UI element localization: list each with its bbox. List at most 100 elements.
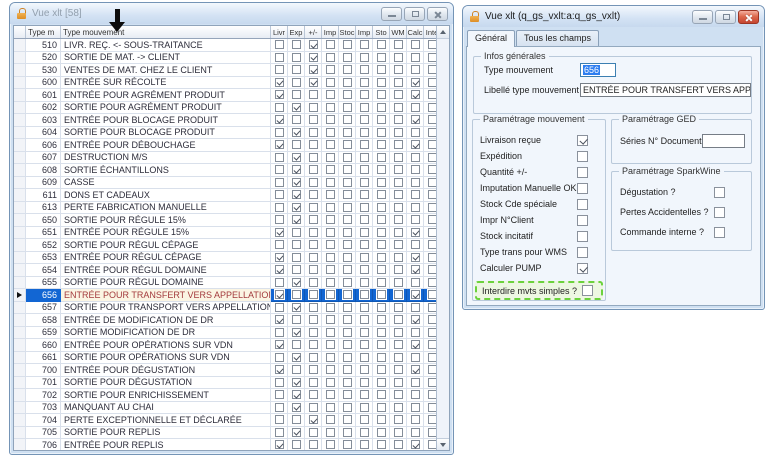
table-row[interactable]: 706ENTRÉE POUR REPLIS bbox=[14, 439, 436, 450]
cell-check-4[interactable] bbox=[339, 277, 356, 290]
cell-check-0[interactable] bbox=[271, 214, 288, 227]
cell-check-1[interactable] bbox=[288, 264, 305, 277]
cell-code[interactable]: 510 bbox=[26, 39, 61, 52]
cell-check-4[interactable] bbox=[339, 389, 356, 402]
cell-code[interactable]: 703 bbox=[26, 402, 61, 415]
cell-check-2[interactable] bbox=[305, 402, 322, 415]
checkbox-icon[interactable] bbox=[577, 247, 588, 258]
cell-check-1[interactable] bbox=[288, 252, 305, 265]
cell-check-9[interactable] bbox=[424, 427, 436, 440]
cell-check-3[interactable] bbox=[322, 114, 339, 127]
row-gutter[interactable] bbox=[14, 39, 26, 52]
cell-check-9[interactable] bbox=[424, 327, 436, 340]
cell-check-3[interactable] bbox=[322, 39, 339, 52]
cell-check-1[interactable] bbox=[288, 314, 305, 327]
cell-check-5[interactable] bbox=[356, 427, 373, 440]
cell-check-4[interactable] bbox=[339, 289, 356, 302]
cell-check-9[interactable] bbox=[424, 439, 436, 450]
cell-check-4[interactable] bbox=[339, 189, 356, 202]
row-gutter[interactable] bbox=[14, 352, 26, 365]
maximize-button[interactable] bbox=[404, 7, 425, 21]
cell-check-9[interactable] bbox=[424, 77, 436, 90]
cell-check-3[interactable] bbox=[322, 152, 339, 165]
cell-check-2[interactable] bbox=[305, 427, 322, 440]
cell-check-8[interactable] bbox=[407, 314, 424, 327]
cell-code[interactable]: 705 bbox=[26, 427, 61, 440]
cell-check-7[interactable] bbox=[390, 152, 407, 165]
checkbox-icon[interactable] bbox=[582, 285, 593, 296]
cell-check-5[interactable] bbox=[356, 377, 373, 390]
cell-check-9[interactable] bbox=[424, 402, 436, 415]
cell-check-1[interactable] bbox=[288, 89, 305, 102]
table-row[interactable]: 601ENTRÉE POUR AGRÉMENT PRODUIT bbox=[14, 89, 436, 102]
cell-check-8[interactable] bbox=[407, 302, 424, 315]
cell-code[interactable]: 706 bbox=[26, 439, 61, 450]
cell-check-7[interactable] bbox=[390, 239, 407, 252]
cell-check-3[interactable] bbox=[322, 364, 339, 377]
cell-check-0[interactable] bbox=[271, 164, 288, 177]
cell-check-9[interactable] bbox=[424, 289, 436, 302]
cell-check-5[interactable] bbox=[356, 189, 373, 202]
checkbox-icon[interactable] bbox=[714, 227, 725, 238]
cell-check-3[interactable] bbox=[322, 264, 339, 277]
cell-check-7[interactable] bbox=[390, 377, 407, 390]
maximize-button[interactable] bbox=[715, 10, 736, 24]
cell-check-4[interactable] bbox=[339, 164, 356, 177]
cell-label[interactable]: SORTIE POUR ENRICHISSEMENT bbox=[61, 389, 271, 402]
cell-check-4[interactable] bbox=[339, 339, 356, 352]
row-gutter[interactable] bbox=[14, 414, 26, 427]
cell-check-8[interactable] bbox=[407, 214, 424, 227]
cell-check-8[interactable] bbox=[407, 202, 424, 215]
cell-code[interactable]: 651 bbox=[26, 227, 61, 240]
cell-code[interactable]: 653 bbox=[26, 252, 61, 265]
cell-check-1[interactable] bbox=[288, 339, 305, 352]
row-gutter[interactable] bbox=[14, 114, 26, 127]
cell-check-5[interactable] bbox=[356, 289, 373, 302]
cell-check-4[interactable] bbox=[339, 377, 356, 390]
cell-check-5[interactable] bbox=[356, 264, 373, 277]
cell-check-2[interactable] bbox=[305, 339, 322, 352]
cell-check-0[interactable] bbox=[271, 89, 288, 102]
cell-label[interactable]: SORTIE POUR BLOCAGE PRODUIT bbox=[61, 127, 271, 140]
cell-check-4[interactable] bbox=[339, 327, 356, 340]
cell-check-2[interactable] bbox=[305, 252, 322, 265]
cell-label[interactable]: ENTRÉE POUR DÉGUSTATION bbox=[61, 364, 271, 377]
cell-check-7[interactable] bbox=[390, 302, 407, 315]
row-gutter[interactable] bbox=[14, 177, 26, 190]
column-header-check-0[interactable]: Livr bbox=[271, 26, 288, 38]
cell-check-0[interactable] bbox=[271, 239, 288, 252]
cell-check-1[interactable] bbox=[288, 402, 305, 415]
cell-check-5[interactable] bbox=[356, 252, 373, 265]
cell-check-6[interactable] bbox=[373, 289, 390, 302]
cell-label[interactable]: SORTIE POUR AGRÉMENT PRODUIT bbox=[61, 102, 271, 115]
table-row[interactable]: 603ENTRÉE POUR BLOCAGE PRODUIT bbox=[14, 114, 436, 127]
cell-check-1[interactable] bbox=[288, 52, 305, 65]
cell-check-2[interactable] bbox=[305, 177, 322, 190]
cell-check-8[interactable] bbox=[407, 177, 424, 190]
row-gutter[interactable] bbox=[14, 127, 26, 140]
cell-check-1[interactable] bbox=[288, 239, 305, 252]
cell-check-2[interactable] bbox=[305, 89, 322, 102]
cell-check-6[interactable] bbox=[373, 352, 390, 365]
cell-check-7[interactable] bbox=[390, 427, 407, 440]
cell-check-5[interactable] bbox=[356, 239, 373, 252]
cell-code[interactable]: 602 bbox=[26, 102, 61, 115]
cell-check-3[interactable] bbox=[322, 127, 339, 140]
cell-check-3[interactable] bbox=[322, 202, 339, 215]
cell-check-9[interactable] bbox=[424, 227, 436, 240]
cell-code[interactable]: 702 bbox=[26, 389, 61, 402]
cell-check-9[interactable] bbox=[424, 352, 436, 365]
table-row[interactable]: 657SORTIE POUR TRANSPORT VERS APPELLATIO… bbox=[14, 302, 436, 315]
cell-check-2[interactable] bbox=[305, 239, 322, 252]
cell-check-2[interactable] bbox=[305, 77, 322, 90]
cell-check-2[interactable] bbox=[305, 127, 322, 140]
cell-check-6[interactable] bbox=[373, 177, 390, 190]
column-header-check-6[interactable]: Sto bbox=[373, 26, 390, 38]
cell-label[interactable]: ENTRÉE POUR RÉGULE 15% bbox=[61, 227, 271, 240]
column-header-check-5[interactable]: Imp bbox=[356, 26, 373, 38]
cell-check-1[interactable] bbox=[288, 102, 305, 115]
cell-check-1[interactable] bbox=[288, 77, 305, 90]
cell-check-5[interactable] bbox=[356, 39, 373, 52]
cell-check-2[interactable] bbox=[305, 439, 322, 450]
cell-check-7[interactable] bbox=[390, 314, 407, 327]
